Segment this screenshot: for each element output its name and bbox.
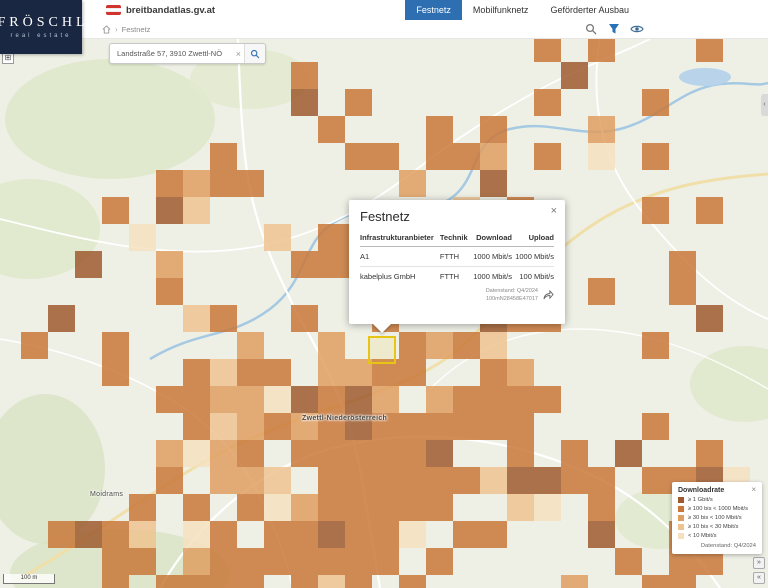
legend-label: < 10 Mbit/s <box>688 533 717 539</box>
share-icon[interactable] <box>543 290 554 300</box>
popup-meta: Datenstand: Q4/2024 100mN28458E47017 <box>486 287 538 304</box>
provider-name: A1 <box>360 247 440 267</box>
provider-tech: FTTH <box>440 247 470 267</box>
address-search: × <box>109 43 266 64</box>
close-icon[interactable]: × <box>751 486 756 494</box>
search-submit-button[interactable] <box>244 44 265 63</box>
tab-mobilfunknetz[interactable]: Mobilfunknetz <box>462 0 540 20</box>
breadcrumb-current[interactable]: Festnetz <box>122 25 151 34</box>
scale-bar: 100 m <box>3 574 55 584</box>
legend-item: ≥ 1 Gbit/s <box>678 497 756 503</box>
legend-item: ≥ 10 bis < 30 Mbit/s <box>678 524 756 530</box>
legend-title: Downloadrate <box>678 487 724 494</box>
col-download: Download <box>470 230 512 247</box>
eye-icon[interactable] <box>630 22 644 36</box>
search-icon <box>250 49 260 59</box>
legend-item: ≥ 30 bis < 100 Mbit/s <box>678 515 756 521</box>
provider-download: 1000 Mbit/s <box>470 267 512 287</box>
search-clear-icon[interactable]: × <box>233 49 244 59</box>
logo-title: FRÖSCHL <box>0 15 89 31</box>
toolbar: › Festnetz <box>82 20 768 39</box>
site-logo[interactable]: breitbandatlas.gv.at <box>106 5 215 16</box>
panel-expand-button[interactable]: » <box>753 557 765 569</box>
col-upload: Upload <box>512 230 554 247</box>
legend-chip-1 <box>678 506 684 512</box>
filter-icon[interactable] <box>607 22 621 36</box>
data-status: Datenstand: Q4/2024 <box>486 287 538 295</box>
tab-gefoerderter-ausbau[interactable]: Geförderter Ausbau <box>539 0 640 20</box>
legend-chip-0 <box>678 497 684 503</box>
provider-name: kabelplus GmbH <box>360 267 440 287</box>
legend-chip-2 <box>678 515 684 521</box>
provider-upload: 1000 Mbit/s <box>512 247 554 267</box>
sidebar-expand-handle[interactable]: ‹ <box>761 94 768 116</box>
breadcrumb: › Festnetz <box>102 25 150 34</box>
panel-collapse-button[interactable]: « <box>753 572 765 584</box>
col-infrastrukturanbieter: Infrastrukturanbieter <box>360 230 440 247</box>
legend-data-status: Datenstand: Q4/2024 <box>678 543 756 549</box>
provider-download: 1000 Mbit/s <box>470 247 512 267</box>
popup-footer: Datenstand: Q4/2024 100mN28458E47017 <box>360 287 554 304</box>
provider-tech: FTTH <box>440 267 470 287</box>
provider-upload: 100 Mbit/s <box>512 267 554 287</box>
top-header: breitbandatlas.gv.at Festnetz Mobilfunkn… <box>82 0 768 20</box>
map-canvas[interactable]: Zwettl-Niederösterreich Moidrams × ⊞ ‹ F… <box>0 39 768 588</box>
selected-grid-cell[interactable] <box>368 336 396 364</box>
search-input[interactable] <box>110 49 233 58</box>
toolbar-icons <box>584 22 644 36</box>
festnetz-popup: Festnetz × Infrastrukturanbieter Technik… <box>349 200 565 324</box>
main-nav: Festnetz Mobilfunknetz Geförderter Ausba… <box>405 0 640 20</box>
provider-table: Infrastrukturanbieter Technik Download U… <box>360 230 554 286</box>
close-icon[interactable]: × <box>551 206 557 217</box>
austria-flag-icon <box>106 5 121 15</box>
search-icon[interactable] <box>584 22 598 36</box>
logo-subtitle: real estate <box>10 33 71 39</box>
map-label-zwettl: Zwettl-Niederösterreich <box>302 415 387 422</box>
legend-label: ≥ 10 bis < 30 Mbit/s <box>688 524 738 530</box>
site-title: breitbandatlas.gv.at <box>126 5 215 16</box>
legend-label: ≥ 1 Gbit/s <box>688 497 713 503</box>
tab-festnetz[interactable]: Festnetz <box>405 0 462 20</box>
table-row: kabelplus GmbH FTTH 1000 Mbit/s 100 Mbit… <box>360 267 554 287</box>
froeschl-logo: FRÖSCHL real estate <box>0 0 82 54</box>
legend-item: < 10 Mbit/s <box>678 533 756 539</box>
legend-label: ≥ 30 bis < 100 Mbit/s <box>688 515 742 521</box>
home-icon[interactable] <box>102 25 111 34</box>
map-label-moidrams: Moidrams <box>90 491 123 498</box>
col-technik: Technik <box>440 230 470 247</box>
legend-item: ≥ 100 bis < 1000 Mbit/s <box>678 506 756 512</box>
legend-panel: Downloadrate × ≥ 1 Gbit/s ≥ 100 bis < 10… <box>672 482 762 554</box>
popup-title: Festnetz <box>360 209 554 224</box>
app-window: FRÖSCHL real estate breitbandatlas.gv.at… <box>0 0 768 588</box>
table-row: A1 FTTH 1000 Mbit/s 1000 Mbit/s <box>360 247 554 267</box>
grid-cell-id: 100mN28458E47017 <box>486 295 538 303</box>
popup-pointer <box>373 324 391 333</box>
legend-label: ≥ 100 bis < 1000 Mbit/s <box>688 506 748 512</box>
legend-chip-4 <box>678 533 684 539</box>
legend-chip-3 <box>678 524 684 530</box>
breadcrumb-separator: › <box>115 25 118 34</box>
